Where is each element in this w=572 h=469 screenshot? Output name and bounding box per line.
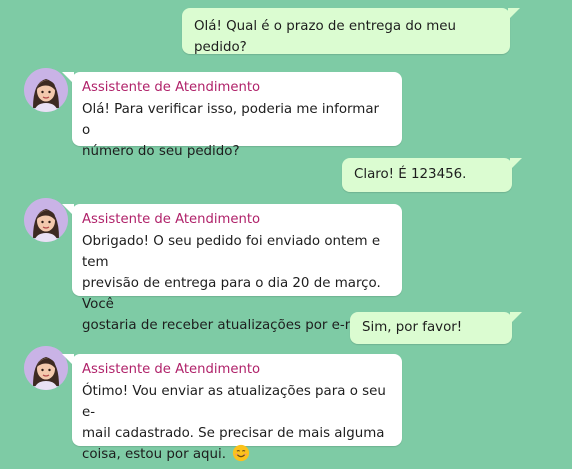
agent-name: Assistente de Atendimento (82, 212, 261, 227)
agent-name: Assistente de Atendimento (82, 80, 261, 95)
agent-name: Assistente de Atendimento (82, 362, 261, 377)
message-line: coisa, estou por aqui. (82, 447, 226, 462)
message-line: Ótimo! Vou enviar as atualizações para o… (82, 384, 386, 420)
agent-message-bubble: Assistente de Atendimento Olá! Para veri… (62, 72, 402, 159)
user-message-bubble: Olá! Qual é o prazo de entrega do meu pe… (182, 8, 520, 55)
agent-avatar (24, 346, 68, 390)
message-line: Obrigado! O seu pedido foi enviado ontem… (82, 234, 381, 270)
agent-message-bubble: Assistente de Atendimento Ótimo! Vou env… (62, 354, 402, 462)
message-text: Claro! É 123456. (354, 167, 467, 182)
user-message-bubble: Claro! É 123456. (342, 158, 522, 192)
message-text: Sim, por favor! (362, 320, 463, 335)
smiling-face-emoji-icon (232, 444, 250, 462)
message-line: número do seu pedido? (82, 144, 240, 159)
message-line: previsão de entrega para o dia 20 de mar… (82, 276, 381, 312)
message-line: Olá! Para verificar isso, poderia me inf… (82, 102, 380, 138)
message-line: mail cadastrado. Se precisar de mais alg… (82, 426, 385, 441)
message-line-last: coisa, estou por aqui. (82, 444, 390, 465)
message-line: gostaria de receber atualizações por e-m… (82, 318, 381, 333)
agent-message-bubble: Assistente de Atendimento Obrigado! O se… (62, 204, 402, 333)
user-message-bubble: Sim, por favor! (350, 312, 522, 344)
message-text: Olá! Qual é o prazo de entrega do meu pe… (194, 19, 457, 55)
